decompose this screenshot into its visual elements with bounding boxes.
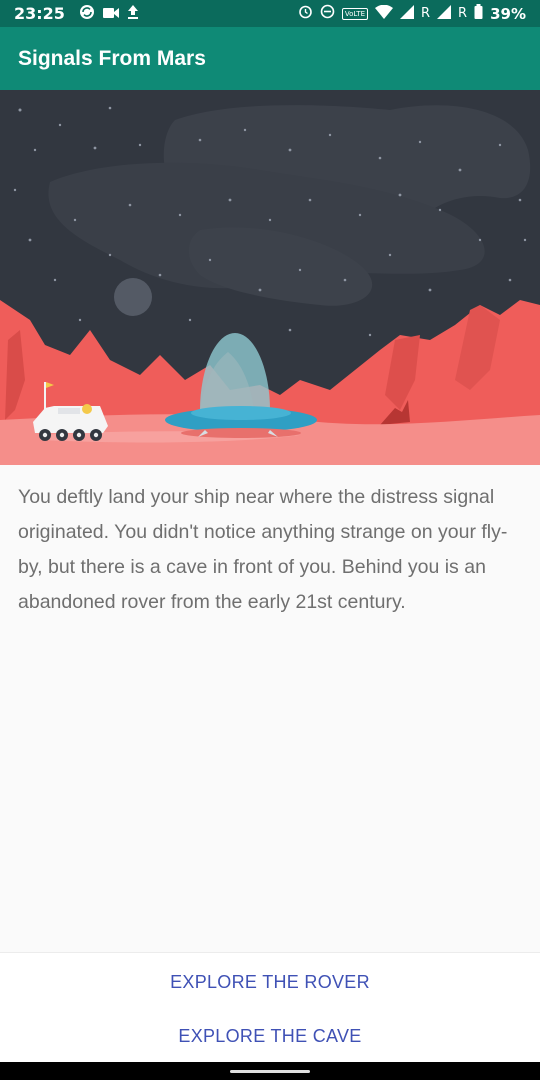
signal-roaming-label-1: R xyxy=(421,6,431,21)
status-bar: 23:25 VoLTE R R 39% xyxy=(0,0,540,27)
video-icon xyxy=(102,5,119,23)
page-title: Signals From Mars xyxy=(18,46,206,70)
signal-roaming-label-2: R xyxy=(458,6,468,21)
dnd-icon xyxy=(320,4,335,23)
volte-icon: VoLTE xyxy=(341,7,368,20)
navigation-bar xyxy=(0,1062,540,1080)
battery-percent: 39% xyxy=(490,4,526,23)
upload-icon xyxy=(127,4,139,23)
home-gesture-handle[interactable] xyxy=(230,1070,310,1073)
action-panel: EXPLORE THE ROVER EXPLORE THE CAVE xyxy=(0,952,540,1063)
explore-cave-button[interactable]: EXPLORE THE CAVE xyxy=(0,1011,540,1061)
planet-icon xyxy=(114,278,152,316)
status-time: 23:25 xyxy=(14,4,65,23)
signal-icon xyxy=(400,4,414,23)
alarm-icon xyxy=(298,4,313,23)
story-text: You deftly land your ship near where the… xyxy=(18,486,508,613)
wifi-icon xyxy=(375,4,393,23)
hero-illustration xyxy=(0,90,540,465)
explore-rover-button[interactable]: EXPLORE THE ROVER xyxy=(0,957,540,1007)
battery-icon xyxy=(474,4,483,23)
app-bar: Signals From Mars xyxy=(0,27,540,90)
sync-icon xyxy=(79,4,95,24)
signal-icon-2 xyxy=(437,4,452,23)
